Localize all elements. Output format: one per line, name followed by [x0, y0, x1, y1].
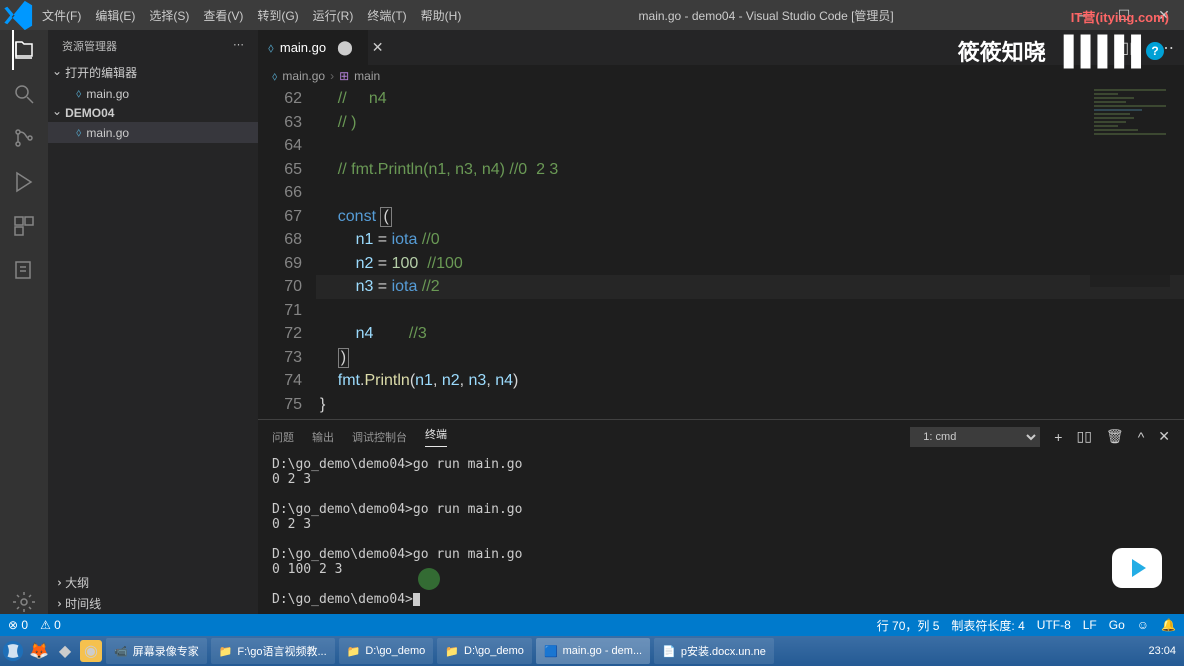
taskbar-item[interactable]: 📁D:\go_demo: [339, 638, 434, 664]
status-feedback-icon[interactable]: ☺: [1137, 618, 1149, 632]
status-eol[interactable]: LF: [1083, 618, 1097, 632]
status-cursor[interactable]: 行 70，列 5: [877, 617, 940, 634]
search-icon[interactable]: [12, 82, 36, 106]
terminal-panel: 问题 输出 调试控制台 终端 1: cmd + ▯▯ 🗑 ^ ✕ D:\go_d…: [258, 419, 1184, 614]
menu-bar: 文件(F)编辑(E)选择(S)查看(V)转到(G)运行(R)终端(T)帮助(H): [35, 7, 468, 24]
title-bar: 文件(F)编辑(E)选择(S)查看(V)转到(G)运行(R)终端(T)帮助(H)…: [0, 0, 1184, 30]
app-icon-1[interactable]: ◆: [54, 640, 76, 662]
taskbar-item[interactable]: 🟦main.go - dem...: [536, 638, 650, 664]
sidebar-section-open-editors[interactable]: 打开的编辑器: [48, 62, 258, 83]
editor-tabs: ⬨ main.go ⬤ ✕ ▯▯ ⋯: [258, 30, 1184, 65]
kill-terminal-icon[interactable]: 🗑: [1106, 428, 1124, 445]
menu-item[interactable]: 查看(V): [196, 7, 250, 24]
status-tabsize[interactable]: 制表符长度: 4: [951, 617, 1024, 634]
more-actions-icon[interactable]: ⋯: [1148, 38, 1184, 58]
menu-item[interactable]: 编辑(E): [88, 7, 142, 24]
minimap[interactable]: [1090, 87, 1170, 287]
sidebar-timeline[interactable]: ⌄时间线: [48, 593, 258, 614]
play-button-overlay[interactable]: [1112, 548, 1162, 588]
taskbar-item[interactable]: 📄p安装.docx.un.ne: [654, 638, 774, 664]
start-button[interactable]: [2, 640, 24, 662]
line-numbers: 6263646566676869707172737475: [258, 87, 320, 419]
vscode-icon: [0, 0, 35, 33]
panel-tab-terminal[interactable]: 终端: [425, 426, 447, 447]
watermark-url: IT营(itying.com): [1071, 7, 1169, 26]
menu-item[interactable]: 选择(S): [142, 7, 196, 24]
explorer-icon[interactable]: [12, 38, 36, 62]
run-icon[interactable]: [12, 170, 36, 194]
sidebar-section-folder[interactable]: DEMO04: [48, 104, 258, 122]
menu-item[interactable]: 文件(F): [35, 7, 88, 24]
taskbar-item[interactable]: 📁D:\go_demo: [437, 638, 532, 664]
menu-item[interactable]: 帮助(H): [414, 7, 469, 24]
sidebar-outline[interactable]: ⌄大纲: [48, 572, 258, 593]
status-bar: ⊗ 0 ⚠ 0 行 70，列 5 制表符长度: 4 UTF-8 LF Go ☺ …: [0, 614, 1184, 636]
maximize-panel-icon[interactable]: ^: [1138, 429, 1145, 445]
terminal-content[interactable]: D:\go_demo\demo04>go run main.go 0 2 3 D…: [258, 453, 1184, 614]
sidebar: 资源管理器⋯ 打开的编辑器 ⬨main.go DEMO04 ⬨main.go ⌄…: [48, 30, 258, 614]
terminal-select[interactable]: 1: cmd: [910, 427, 1040, 447]
new-terminal-icon[interactable]: +: [1054, 429, 1062, 445]
references-icon[interactable]: [12, 258, 36, 282]
status-errors[interactable]: ⊗ 0: [8, 618, 28, 632]
source-control-icon[interactable]: [12, 126, 36, 150]
app-icon-2[interactable]: ◉: [80, 640, 102, 662]
status-warnings[interactable]: ⚠ 0: [40, 618, 61, 632]
editor-tab[interactable]: ⬨ main.go ⬤: [258, 30, 369, 65]
panel-tabs: 问题 输出 调试控制台 终端 1: cmd + ▯▯ 🗑 ^ ✕: [258, 420, 1184, 453]
system-tray[interactable]: 23:04: [1148, 645, 1182, 657]
sidebar-item-open-editor[interactable]: ⬨main.go: [48, 83, 258, 104]
window-title: main.go - demo04 - Visual Studio Code [管…: [468, 7, 1064, 24]
split-terminal-icon[interactable]: ▯▯: [1076, 428, 1091, 445]
tab-label: main.go: [280, 40, 326, 55]
split-editor-icon[interactable]: ▯▯: [1110, 38, 1148, 58]
menu-item[interactable]: 运行(R): [306, 7, 361, 24]
sidebar-content: 打开的编辑器 ⬨main.go DEMO04 ⬨main.go: [48, 62, 258, 572]
status-encoding[interactable]: UTF-8: [1037, 618, 1071, 632]
sidebar-item-file[interactable]: ⬨main.go: [48, 122, 258, 143]
code-editor[interactable]: 6263646566676869707172737475 // n4 // ) …: [258, 87, 1184, 419]
panel-tab-debug[interactable]: 调试控制台: [352, 429, 407, 445]
windows-taskbar: 🦊 ◆ ◉ 📹屏幕录像专家 📁F:\go语言视频教... 📁D:\go_demo…: [0, 636, 1184, 666]
menu-item[interactable]: 转到(G): [250, 7, 305, 24]
menu-item[interactable]: 终端(T): [360, 7, 413, 24]
editor-area: ⬨ main.go ⬤ ✕ ▯▯ ⋯ ⬨main.go › ⊞main 6263…: [258, 30, 1184, 614]
settings-icon[interactable]: [12, 590, 36, 614]
taskbar-item[interactable]: 📹屏幕录像专家: [106, 638, 207, 664]
extensions-icon[interactable]: [12, 214, 36, 238]
text-cursor-indicator: [418, 568, 440, 590]
activity-bar: [0, 30, 48, 614]
sidebar-header: 资源管理器⋯: [48, 30, 258, 62]
panel-tab-problems[interactable]: 问题: [272, 429, 294, 445]
status-bell-icon[interactable]: 🔔: [1161, 618, 1176, 632]
firefox-icon[interactable]: 🦊: [28, 640, 50, 662]
status-lang[interactable]: Go: [1109, 618, 1125, 632]
taskbar-item[interactable]: 📁F:\go语言视频教...: [211, 638, 335, 664]
code-content[interactable]: // n4 // ) // fmt.Println(n1, n3, n4) //…: [320, 87, 1184, 419]
close-panel-icon[interactable]: ✕: [1158, 428, 1170, 445]
breadcrumb[interactable]: ⬨main.go › ⊞main: [258, 65, 1184, 87]
tab-close-icon[interactable]: ⬤: [332, 39, 358, 56]
panel-tab-output[interactable]: 输出: [312, 429, 334, 445]
tab-close-x[interactable]: ✕: [367, 39, 389, 56]
